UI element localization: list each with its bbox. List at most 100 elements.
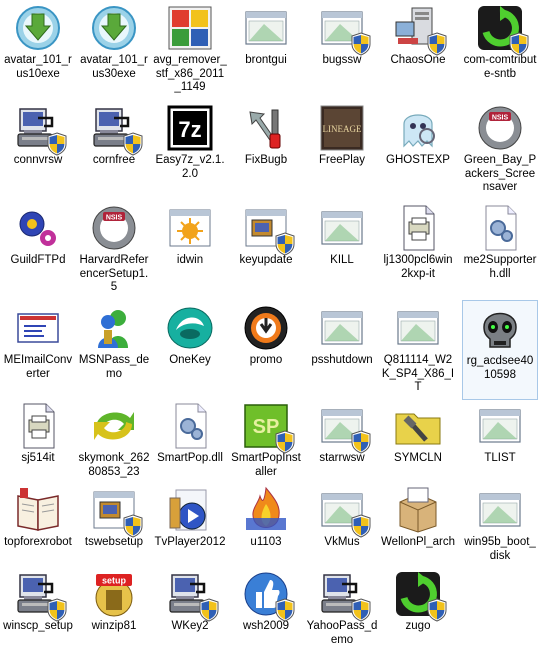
desktop-icon-label: zugo [405, 620, 431, 632]
desktop-icon[interactable]: Q811114_W2K_SP4_X86_IT [380, 300, 456, 400]
desktop-icon-label: keyupdate [239, 254, 293, 266]
desktop-icon-label: MEImailConverter [3, 354, 73, 380]
desktop-icon-label: avg_remover_stf_x86_2011_1149 [153, 54, 227, 93]
desktop-icon[interactable]: promo [228, 300, 304, 400]
desktop-icon[interactable]: zugo [380, 566, 456, 666]
desktop-icon[interactable]: avg_remover_stf_x86_2011_1149 [152, 0, 228, 100]
desktop-icon-label: me2Supporterh.dll [463, 254, 537, 280]
desktop-icon[interactable]: connvrsw [0, 100, 76, 200]
dll-gear-icon [476, 204, 524, 252]
onekey-icon [166, 304, 214, 352]
dll-gear-icon [166, 402, 214, 450]
nss-icon: NSIS [476, 104, 524, 152]
desktop-icon-label: TLIST [484, 452, 516, 464]
desktop-icon-label: MSNPass_demo [78, 354, 150, 380]
desktop-icon-label: Green_Bay_Packers_Screensaver [463, 154, 537, 193]
uac-shield-icon [427, 598, 447, 622]
desktop-icon-label: VkMus [324, 536, 360, 548]
desktop-icon[interactable]: idwin [152, 200, 228, 300]
desktop-icon[interactable]: 7z Easy7z_v2.1.2.0 [152, 100, 228, 200]
window-icon [318, 486, 371, 538]
desktop-icon-label: psshutdown [311, 354, 373, 366]
desktop-icon-label: topforexrobot [4, 536, 72, 548]
desktop-icon[interactable]: rg_acdsee4010598 [462, 300, 538, 400]
desktop-icon[interactable]: bugssw [304, 0, 380, 100]
window-icon [318, 204, 366, 252]
desktop-icon[interactable]: MSNPass_demo [76, 300, 152, 400]
flame-icon [242, 486, 290, 534]
book-icon [14, 486, 62, 534]
desktop-icon[interactable]: OneKey [152, 300, 228, 400]
desktop-icon-label: lj1300pcl6win2kxp-it [383, 254, 453, 280]
desktop-icon[interactable]: keyupdate [228, 200, 304, 300]
nss-icon: NSIS [90, 204, 138, 252]
desktop-icon[interactable]: MEImailConverter [0, 300, 76, 400]
window-icon [242, 4, 290, 52]
msn-icon [90, 304, 138, 352]
computer-icon [394, 4, 447, 56]
desktop-icon[interactable]: GuildFTPd [0, 200, 76, 300]
printer-document-icon [14, 402, 62, 450]
desktop-icon-label: GHOSTEXP [386, 154, 450, 166]
desktop-icon[interactable]: avatar_101_rus10exe [0, 0, 76, 100]
desktop-icon[interactable]: avatar_101_rus30exe [76, 0, 152, 100]
uac-shield-icon [351, 430, 371, 454]
power-icon [242, 304, 290, 352]
uac-shield-icon [427, 32, 447, 56]
desktop-icon[interactable]: lj1300pcl6win2kxp-it [380, 200, 456, 300]
window-icon [318, 304, 366, 352]
desktop-icon-label: tswebsetup [84, 536, 144, 548]
desktop-icon-label: FixBugb [244, 154, 288, 166]
desktop-icon[interactable]: me2Supporterh.dll [462, 200, 538, 300]
desktop-icon-label: u1103 [250, 536, 282, 548]
avg-icon [166, 4, 214, 52]
desktop-icon-label: cornfree [92, 154, 136, 166]
desktop-icon[interactable]: com-comtribute-sntb [462, 0, 538, 100]
desktop-icon[interactable]: FixBugb [228, 100, 304, 200]
installer-icon [14, 104, 67, 156]
desktop-icon-label: ChaosOne [390, 54, 446, 66]
mail-icon [14, 304, 62, 352]
desktop-icon-label: promo [249, 354, 283, 366]
desktop-icon[interactable]: NSIS HarvardReferencerSetup1.5 [76, 200, 152, 300]
desktop-icon-label: SYMCLN [394, 452, 442, 464]
desktop-icon[interactable]: GHOSTEXP [380, 100, 456, 200]
uac-shield-icon [351, 32, 371, 56]
desktop-icon-label: Easy7z_v2.1.2.0 [155, 154, 225, 180]
desktop-icon-label: brontgui [245, 54, 287, 66]
desktop-icon-label: avatar_101_rus30exe [80, 54, 148, 80]
thumbsup-icon [242, 570, 295, 622]
desktop-icon-label: winzip81 [91, 620, 137, 632]
desktop-icon-label: starrwsw [319, 452, 365, 464]
installer-icon [90, 104, 143, 156]
desktop-icon[interactable]: NSIS Green_Bay_Packers_Screensaver [462, 100, 538, 200]
desktop-icon[interactable]: ChaosOne [380, 0, 456, 100]
desktop-icon[interactable]: LINEAGE FreePlay [304, 100, 380, 200]
desktop-icon-label: SmartPop.dll [157, 452, 223, 464]
desktop-icon-label: GuildFTPd [10, 254, 66, 266]
desktop-icon[interactable]: setup winzip81 [76, 566, 152, 666]
desktop-icon[interactable]: brontgui [228, 0, 304, 100]
desktop-icon-grid: avatar_101_rus10exe avatar_101_rus30exe … [0, 0, 539, 653]
installer-icon [166, 570, 219, 622]
desktop-icon-label: avatar_101_rus10exe [4, 54, 72, 80]
desktop-icon[interactable]: wsh2009 [228, 566, 304, 666]
desktop-icon-label: com-comtribute-sntb [463, 54, 537, 80]
desktop-icon[interactable]: KILL [304, 200, 380, 300]
desktop-icon-label: FreePlay [318, 154, 366, 166]
desktop-icon[interactable]: YahooPass_demo [304, 566, 380, 666]
box-icon [394, 486, 442, 534]
desktop-icon[interactable]: cornfree [76, 100, 152, 200]
download-arrow-icon [14, 4, 62, 52]
desktop-icon[interactable]: WKey2 [152, 566, 228, 666]
desktop-icon[interactable]: winscp_setup [0, 566, 76, 666]
desktop-icon[interactable]: win95b_boot_disk [462, 482, 538, 582]
window-icon [394, 304, 442, 352]
desktop-icon[interactable]: psshutdown [304, 300, 380, 400]
svg-text:7z: 7z [178, 117, 201, 142]
desktop-icon-label: Q811114_W2K_SP4_X86_IT [381, 354, 455, 393]
installer-window-icon [242, 204, 295, 256]
sp-icon: SP [242, 402, 295, 454]
uac-shield-icon [123, 514, 143, 538]
window-icon [476, 486, 524, 534]
